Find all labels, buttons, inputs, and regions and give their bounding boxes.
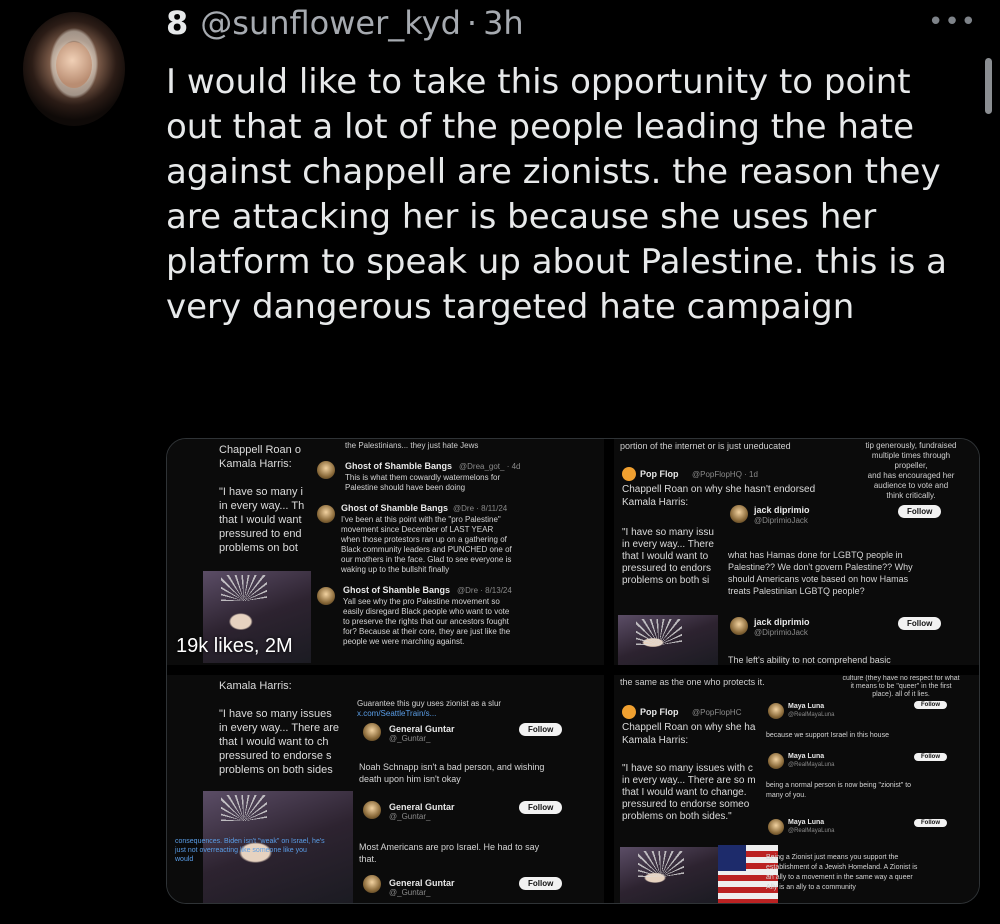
reply-body: I've been at this point with the "pro Pa… — [341, 515, 512, 574]
panel4-top-text: the same as the one who protects it. — [620, 677, 765, 687]
media-panel-4: the same as the one who protects it. cul… — [614, 675, 979, 903]
reply-body: Most Americans are pro Israel. He had to… — [359, 842, 540, 864]
collage-divider-horizontal — [167, 665, 979, 675]
reply-avatar — [730, 505, 748, 523]
panel4-side-text: culture (they have no respect for what i… — [842, 675, 960, 698]
reply-handle: @_Guntar_ — [389, 812, 431, 821]
reply-avatar — [317, 587, 335, 605]
panel3-bottom-left: consequences. Biden isn't "weak" on Isra… — [175, 838, 325, 863]
reply-handle: @RealMayaLuna — [788, 712, 835, 718]
tweet-text: I would like to take this opportunity to… — [166, 62, 948, 327]
follow-button[interactable]: Follow — [898, 505, 942, 518]
panel2-bottom-text: The left's ability to not comprehend bas… — [728, 655, 891, 665]
statue-image — [620, 847, 720, 903]
author-name: Pop Flop — [640, 707, 679, 717]
quote-tweet-text: Guarantee this guy uses zionist as a slu… — [357, 689, 597, 719]
reply-name: Ghost of Shamble Bangs — [345, 461, 453, 471]
reply-avatar — [768, 703, 784, 719]
reply-avatar — [363, 723, 381, 741]
panel1-top-text: the Palestinians... they just hate Jews — [345, 441, 479, 450]
panel3-left-text: Kamala Harris: "I have so many issues in… — [219, 680, 340, 776]
author-avatar — [622, 467, 636, 481]
follow-button[interactable]: Follow — [519, 877, 563, 890]
panel1-left-text: Chappell Roan o Kamala Harris: "I have s… — [219, 444, 305, 554]
media-panel-3: Kamala Harris: "I have so many issues in… — [167, 675, 604, 903]
reply-name: jack diprimio — [754, 617, 810, 627]
user-handle[interactable]: @sunflower_kyd — [200, 4, 461, 42]
reply-body: being a normal person is now being "zion… — [766, 782, 912, 799]
author-handle: @PopFlopHC — [692, 708, 742, 717]
panel2-quote: "I have so many issu in every way... The… — [622, 527, 714, 586]
reply-body: what has Hamas done for LGBTQ people in … — [728, 550, 913, 596]
reply-name: Maya Luna — [788, 819, 825, 826]
author-avatar — [622, 705, 636, 719]
follow-button[interactable]: Follow — [519, 723, 563, 736]
more-horizontal-icon[interactable]: ••• — [928, 9, 976, 35]
reply-handle: @DiprimioJack — [754, 628, 808, 637]
avatar[interactable] — [23, 12, 125, 126]
reply-name: Ghost of Shamble Bangs — [341, 503, 449, 513]
reply-avatar — [768, 819, 784, 835]
scrollbar[interactable] — [985, 58, 992, 114]
reply-avatar — [363, 801, 381, 819]
reply-handle: @Drea_got_ · 4d — [459, 462, 521, 471]
author-name: Pop Flop — [640, 469, 679, 479]
reply-avatar — [768, 753, 784, 769]
likes-overlay: 19k likes, 2M — [176, 635, 293, 657]
reply-body: Yall see why the pro Palestine movement … — [343, 597, 511, 646]
panel2-side-text: tip generously, fundraised multiple time… — [865, 441, 957, 500]
reply-body: because we support Israel in this house — [766, 732, 889, 739]
reply-avatar — [363, 875, 381, 893]
reply-body: Noah Schnapp isn't a bad person, and wis… — [359, 762, 545, 784]
follow-button[interactable]: Follow — [914, 701, 947, 709]
reply-name: Maya Luna — [788, 703, 825, 710]
reply-handle: @RealMayaLuna — [788, 762, 835, 768]
display-name[interactable]: 8 — [166, 4, 188, 42]
follow-button[interactable]: Follow — [914, 819, 947, 827]
reply-handle: @RealMayaLuna — [788, 828, 835, 834]
avatar-face — [56, 42, 92, 88]
reply-avatar — [730, 617, 748, 635]
author-handle: @PopFlopHQ · 1d — [692, 470, 758, 479]
media-image[interactable]: Chappell Roan o Kamala Harris: "I have s… — [166, 438, 980, 904]
reply-body: Being a Zionist just means you support t… — [766, 854, 918, 891]
panel4-quote: "I have so many issues with c in every w… — [622, 763, 756, 822]
follow-button[interactable]: Follow — [914, 753, 947, 761]
panel2-top-text: portion of the internet or is just unedu… — [620, 441, 791, 451]
reply-name: General Guntar — [389, 724, 455, 734]
reply-handle: @Dre · 8/11/24 — [453, 504, 508, 513]
reply-name: Ghost of Shamble Bangs — [343, 585, 451, 595]
timestamp[interactable]: 3h — [483, 4, 524, 42]
reply-avatar — [317, 505, 335, 523]
reply-handle: @Dre · 8/13/24 — [457, 586, 512, 595]
reply-handle: @DiprimioJack — [754, 516, 808, 525]
media-panel-2: portion of the internet or is just unedu… — [614, 439, 979, 665]
tweet-header: 8 @sunflower_kyd · 3h — [166, 4, 524, 44]
follow-button[interactable]: Follow — [898, 617, 942, 630]
media-panel-1: Chappell Roan o Kamala Harris: "I have s… — [167, 439, 604, 665]
quote-tweet-link[interactable]: x.com/SeattleTrain/s... — [357, 709, 436, 718]
reply-name: General Guntar — [389, 878, 455, 888]
reply-avatar — [317, 461, 335, 479]
reply-body: This is what them cowardly watermelons f… — [345, 473, 501, 492]
reply-name: General Guntar — [389, 802, 455, 812]
quote-tweet-body: Guarantee this guy uses zionist as a slu… — [357, 699, 502, 708]
separator-dot: · — [466, 4, 478, 42]
reply-name: Maya Luna — [788, 753, 825, 760]
reply-handle: @_Guntar_ — [389, 888, 431, 897]
follow-button[interactable]: Follow — [519, 801, 563, 814]
reply-handle: @_Guntar_ — [389, 734, 431, 743]
statue-image — [618, 615, 718, 665]
reply-name: jack diprimio — [754, 505, 810, 515]
panel4-headline: Chappell Roan on why she ha Kamala Harri… — [622, 722, 756, 746]
